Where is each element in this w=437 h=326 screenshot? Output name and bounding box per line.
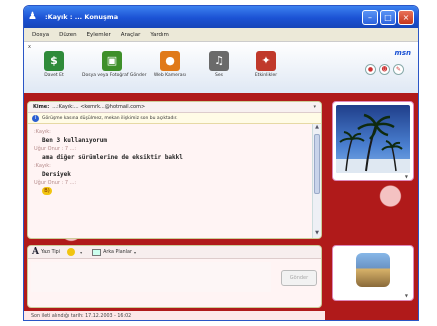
message-history: :Kayık: Ben 3 kullanıyorum Uğur Onur : 7… (28, 124, 311, 238)
invite-person-icon: $ (44, 51, 64, 71)
activities-label: Etkinlikler (254, 73, 278, 78)
webcam-label: Web Kamerası (153, 73, 187, 78)
contact-display-picture[interactable]: ▼ (332, 101, 414, 181)
info-icon: i (32, 114, 39, 122)
emoticon-dropdown[interactable]: ▾ (80, 250, 82, 255)
message-input[interactable] (31, 262, 271, 292)
close-button[interactable]: × (398, 9, 414, 25)
message-sender: Uğur Onur : 7 ...: (34, 146, 77, 152)
webcam-button[interactable]: ● Web Kamerası (148, 51, 192, 78)
compose-panel: A Yazı Tipi ▾ Arka Planlar ▾ Gönder (27, 245, 322, 308)
msn-logo: msn (394, 49, 411, 57)
voice-button[interactable]: ♫ Ses (204, 51, 234, 78)
menu-bar: Dosya Düzen Eylemler Araçlar Yardım (24, 28, 418, 41)
maximize-button[interactable]: □ (380, 9, 396, 25)
voice-label: Ses (215, 73, 223, 78)
history-scrollbar[interactable]: ▲ ▼ (312, 124, 321, 238)
menu-help[interactable]: Yardım (145, 32, 174, 38)
activities-icon: ✦ (256, 51, 276, 71)
my-picture-menu-icon[interactable]: ▼ (405, 293, 408, 298)
menu-actions[interactable]: Eylemler (82, 32, 116, 38)
settings-icon[interactable]: ✎ (393, 64, 404, 75)
background-button[interactable]: Arka Planlar (103, 250, 132, 255)
format-bar: A Yazı Tipi ▾ Arka Planlar ▾ (28, 246, 321, 259)
toolbar-close-button[interactable]: x (28, 44, 31, 50)
status-bar: Son ileti alındığı tarih: 17.12.2003 - 1… (24, 311, 325, 320)
message-sender: :Kayık: (34, 129, 51, 135)
send-file-button[interactable]: ▣ Dosya veya Fotoğraf Gönder (82, 51, 147, 78)
msn-buddy-icon: ♟ (28, 11, 37, 22)
send-file-label: Dosya veya Fotoğraf Gönder (82, 73, 147, 78)
info-bar: i Görüşme kasına düşülmez, mekan ilişkim… (28, 113, 321, 124)
my-picture-image (356, 253, 390, 287)
message-text: Ben 3 kullanıyorum (42, 137, 108, 144)
message-sender: Uğur Onur : 7 ...: (34, 180, 77, 186)
contact-picture-menu-icon[interactable]: ▼ (405, 174, 408, 179)
recipient-label: Kime: (33, 104, 50, 110)
cool-emoticon-icon: B) (42, 187, 52, 195)
palm-trees-image (336, 105, 410, 173)
palm-trees-drawing (336, 113, 410, 173)
message-sender: :Kayık: (34, 163, 51, 169)
message-text: ama diğer sürümlerine de eksiktir bakkl (42, 154, 183, 161)
scroll-thumb[interactable] (314, 134, 320, 194)
invite-label: Davet Et (44, 73, 64, 78)
window-title: :Kayık : ... Konuşma (45, 13, 119, 21)
chat-workspace: Kime: ...:Kayık:... <kemrk...@hotmail.co… (24, 93, 418, 320)
recipient-bar: Kime: ...:Kayık:... <kemrk...@hotmail.co… (28, 102, 321, 113)
message-text: Dersiyek (42, 171, 71, 178)
send-button[interactable]: Gönder (281, 270, 317, 286)
webcam-icon: ● (160, 51, 180, 71)
conversation-panel: Kime: ...:Kayık:... <kemrk...@hotmail.co… (27, 101, 322, 239)
menu-edit[interactable]: Düzen (54, 32, 81, 38)
emoticon-menu-icon[interactable]: ☻ (379, 64, 390, 75)
title-bar[interactable]: ♟ :Kayık : ... Konuşma – □ × (24, 6, 418, 28)
menu-file[interactable]: Dosya (27, 32, 54, 38)
chat-window: ♟ :Kayık : ... Konuşma – □ × Dosya Düzen… (23, 5, 419, 321)
background-icon[interactable] (92, 248, 102, 256)
minimize-button[interactable]: – (362, 9, 378, 25)
menu-tools[interactable]: Araçlar (116, 32, 146, 38)
block-icon[interactable]: ● (365, 64, 376, 75)
font-icon[interactable]: A (32, 247, 39, 257)
my-display-picture[interactable]: ▼ (332, 245, 414, 301)
voice-icon: ♫ (209, 51, 229, 71)
background-dropdown-icon[interactable]: ▾ (134, 250, 136, 255)
info-text: Görüşme kasına düşülmez, mekan ilişkimiz… (42, 115, 178, 121)
invite-button[interactable]: $ Davet Et (32, 51, 76, 78)
recipient-menu-icon[interactable]: ▾ (313, 104, 316, 110)
toolbar: x $ Davet Et ▣ Dosya veya Fotoğraf Gönde… (24, 41, 418, 93)
font-button[interactable]: Yazı Tipi (41, 250, 60, 255)
activities-button[interactable]: ✦ Etkinlikler (242, 51, 290, 78)
emoticon-picker-icon[interactable] (67, 248, 76, 256)
send-file-icon: ▣ (102, 51, 122, 71)
scroll-down-icon[interactable]: ▼ (313, 230, 321, 238)
recipient-value: ...:Kayık:... <kemrk...@hotmail.com> (52, 104, 146, 110)
scroll-up-icon[interactable]: ▲ (313, 124, 321, 132)
